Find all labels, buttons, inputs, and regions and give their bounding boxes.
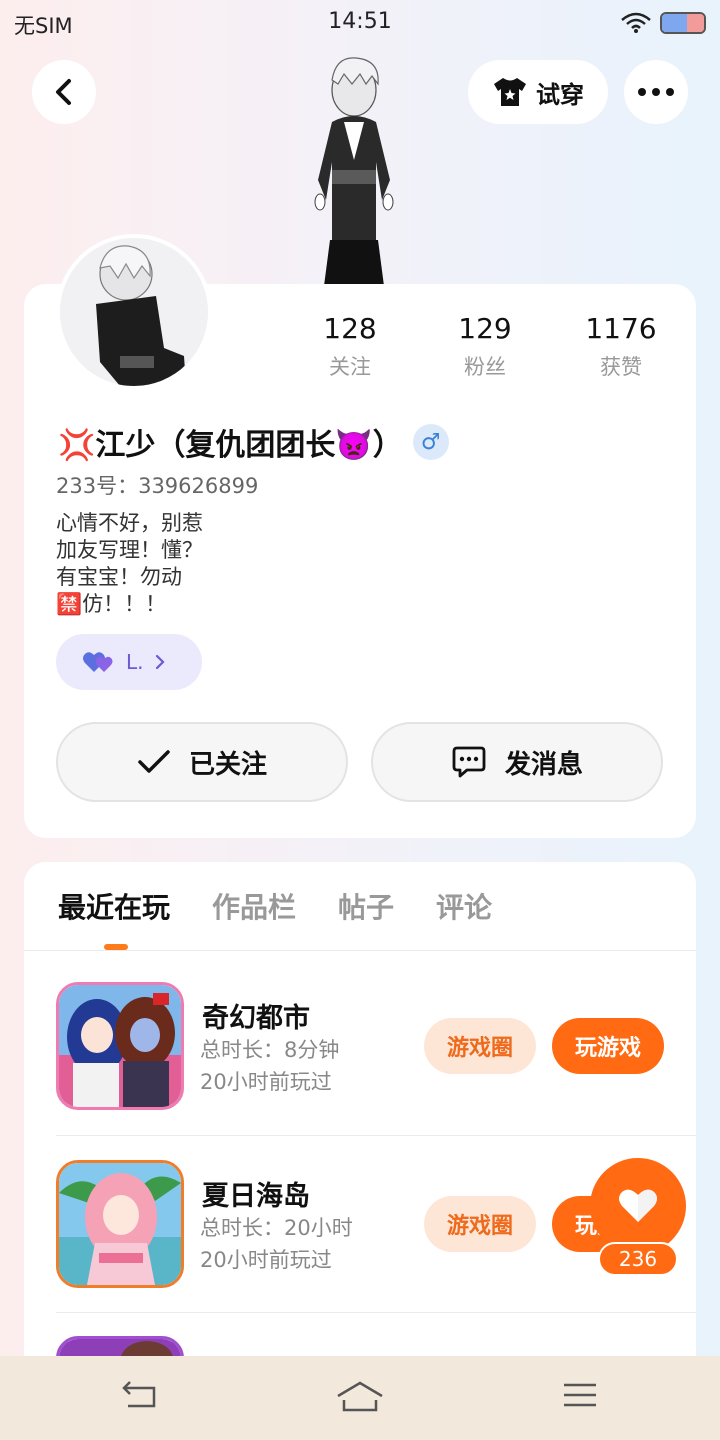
try-on-label: 试穿	[536, 80, 584, 109]
battery-icon	[660, 12, 706, 34]
game-last-played: 20小时前玩过	[200, 1070, 332, 1094]
chevron-right-icon	[155, 654, 165, 670]
wifi-icon	[621, 12, 651, 33]
following-label: 关注	[329, 355, 371, 379]
send-message-label: 发消息	[504, 749, 583, 780]
male-gender-icon: ♂	[412, 424, 449, 460]
more-dots-icon	[638, 88, 674, 96]
nav-menu-icon[interactable]	[562, 1380, 598, 1410]
profile-tabs: 最近在玩 作品栏 帖子 评论	[58, 886, 492, 926]
badge-label: L.	[126, 650, 144, 674]
username-row: 💢江少（复仇团团长👿） ♂	[58, 420, 449, 464]
back-button[interactable]	[32, 60, 96, 124]
like-button[interactable]	[590, 1158, 686, 1254]
more-button[interactable]	[624, 60, 688, 124]
following-count: 128	[323, 312, 377, 345]
heart-icon	[619, 1189, 657, 1222]
checkmark-icon	[138, 750, 170, 773]
shirt-icon	[494, 78, 526, 106]
game-meta: 总时长：20小时 20小时前玩过	[200, 1212, 353, 1276]
stat-fans[interactable]: 129 粉丝	[425, 312, 545, 381]
avatar-character-figure	[314, 57, 394, 286]
game-icon-fantasy-city	[56, 982, 184, 1110]
game-total-duration: 总时长：20小时	[200, 1216, 353, 1240]
play-game-button[interactable]: 玩游戏	[552, 1018, 664, 1074]
game-last-played: 20小时前玩过	[200, 1248, 332, 1272]
tabs-divider	[24, 950, 696, 951]
chevron-left-icon	[56, 79, 71, 105]
nav-back-icon[interactable]	[120, 1380, 158, 1410]
likes-received-count: 1176	[585, 312, 657, 345]
clock: 14:51	[328, 9, 392, 34]
followed-button[interactable]: 已关注	[56, 722, 348, 802]
likes-received-label: 获赞	[600, 355, 642, 379]
avatar-image	[60, 238, 208, 386]
game-total-duration: 总时长：8分钟	[200, 1038, 340, 1062]
like-count: 236	[598, 1242, 678, 1276]
tab-recently-played[interactable]: 最近在玩	[58, 886, 170, 926]
username: 💢江少（复仇团团长👿）	[58, 428, 403, 463]
user-id: 233号：339626899	[56, 474, 259, 498]
send-message-button[interactable]: 发消息	[371, 722, 663, 802]
try-on-button[interactable]: 试穿	[468, 60, 608, 124]
game-meta: 总时长：8分钟 20小时前玩过	[200, 1034, 339, 1098]
game-icon-summer-island	[56, 1160, 184, 1288]
game-name: 奇幻都市	[202, 1003, 310, 1034]
stat-likes: 1176 获赞	[561, 312, 681, 381]
row-divider	[56, 1312, 696, 1313]
fans-label: 粉丝	[464, 355, 506, 379]
chat-bubble-icon	[452, 746, 486, 778]
game-circle-button[interactable]: 游戏圈	[424, 1018, 536, 1074]
fans-count: 129	[458, 312, 512, 345]
status-bar: 无SIM 14:51	[0, 0, 720, 46]
followed-label: 已关注	[188, 749, 267, 780]
tab-posts[interactable]: 帖子	[338, 886, 394, 926]
nav-home-icon[interactable]	[336, 1380, 384, 1414]
row-divider	[56, 1135, 696, 1136]
tab-comments[interactable]: 评论	[436, 886, 492, 926]
stat-following[interactable]: 128 关注	[290, 312, 410, 381]
game-circle-button[interactable]: 游戏圈	[424, 1196, 536, 1252]
double-heart-icon	[83, 652, 113, 672]
profile-avatar[interactable]	[56, 234, 212, 390]
tab-works[interactable]: 作品栏	[212, 886, 296, 926]
user-bio: 心情不好，别惹 加友写理！懂？ 有宝宝！勿动 🈲仿！！！	[56, 511, 203, 616]
game-row[interactable]: 奇幻都市 总时长：8分钟 20小时前玩过 游戏圈 玩游戏	[0, 982, 720, 1158]
relationship-badge[interactable]: L.	[56, 634, 202, 690]
game-name: 夏日海岛	[202, 1181, 310, 1212]
system-nav-bar	[0, 1356, 720, 1440]
